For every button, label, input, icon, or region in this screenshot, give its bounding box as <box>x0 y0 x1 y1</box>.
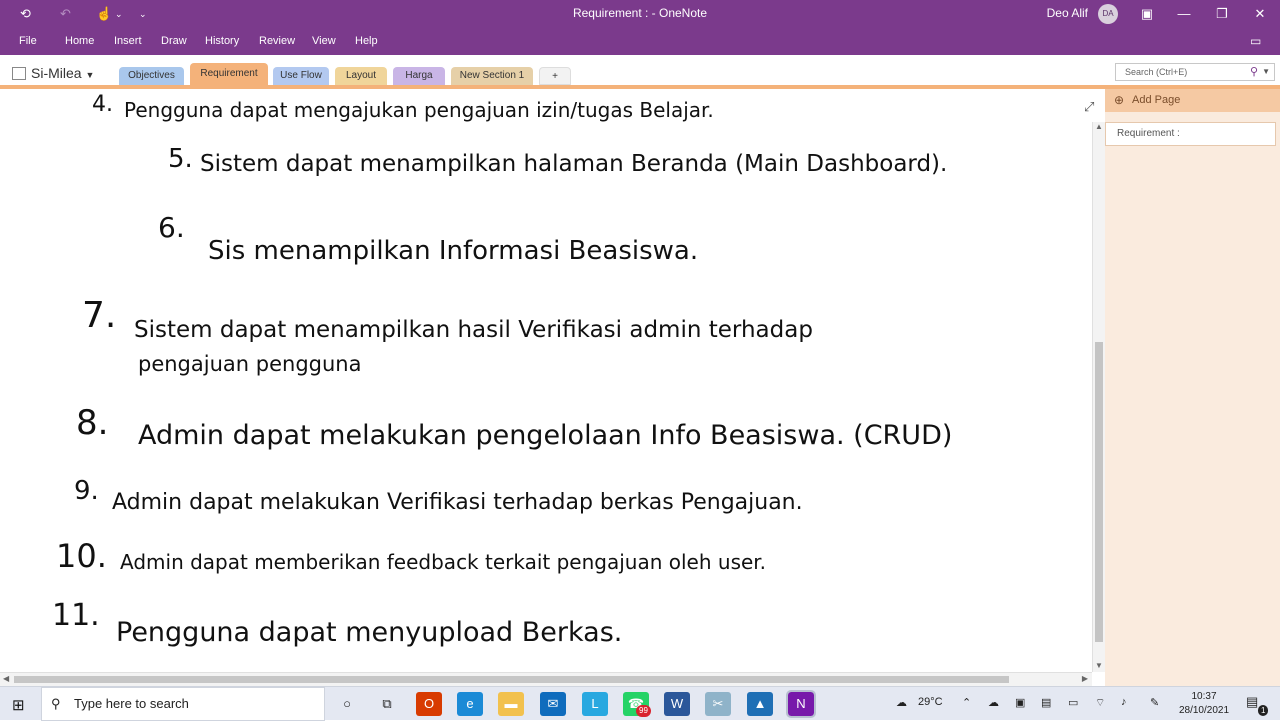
windows-start-icon[interactable]: ⊞ <box>12 696 25 714</box>
notification-count: 1 <box>1258 705 1269 716</box>
taskbar-search-placeholder: Type here to search <box>74 696 189 711</box>
tray-app-icon[interactable]: ▣ <box>1015 696 1025 709</box>
chevron-down-icon: ▼ <box>85 70 95 80</box>
l-app-icon[interactable]: L <box>582 692 608 716</box>
line-text-8: Admin dapat melakukan pengelolaan Info B… <box>138 420 952 451</box>
line-number-5: 5. <box>168 144 193 174</box>
tab-new-section-1[interactable]: New Section 1 <box>451 67 533 85</box>
pen-icon[interactable]: ✎ <box>1150 696 1159 709</box>
word-icon[interactable]: W <box>664 692 690 716</box>
add-page-button[interactable]: ⊕ Add Page <box>1105 89 1280 112</box>
taskbar: ⊞ ⚲ Type here to search ○ ⧉ O e ▬ ✉ L ☎ … <box>0 686 1280 721</box>
tab-harga[interactable]: Harga <box>393 67 445 85</box>
scroll-down-icon[interactable]: ▼ <box>1095 661 1103 670</box>
tab-layout[interactable]: Layout <box>335 67 387 85</box>
clock-date: 28/10/2021 <box>1178 705 1230 716</box>
battery-icon[interactable]: ▭ <box>1068 696 1078 709</box>
search-icon: ⚲ <box>51 696 61 711</box>
tray-overflow-icon[interactable]: ⌃ <box>962 696 971 709</box>
ribbon-display-icon[interactable]: ▣ <box>1137 4 1157 24</box>
search-icon[interactable]: ⚲ <box>1250 64 1258 80</box>
scroll-right-icon[interactable]: ▶ <box>1082 674 1088 683</box>
search-scope-chevron-icon[interactable]: ▼ <box>1262 64 1270 80</box>
note-canvas[interactable]: 4. Pengguna dapat mengajukan pengajuan i… <box>0 89 1092 672</box>
tab-requirement[interactable]: Requirement <box>190 63 268 85</box>
volume-icon[interactable]: ♪ <box>1121 696 1127 708</box>
user-name[interactable]: Deo Alif <box>1047 6 1088 20</box>
ink-layer: 4. Pengguna dapat mengajukan pengajuan i… <box>52 92 952 648</box>
menu-insert[interactable]: Insert <box>114 35 142 47</box>
page-list-pane: ⊕ Add Page Requirement : <box>1105 89 1280 686</box>
line-number-9: 9. <box>74 476 99 506</box>
vertical-scrollbar[interactable]: ▲ ▼ <box>1092 122 1105 672</box>
menu-review[interactable]: Review <box>259 35 295 47</box>
snipping-icon[interactable]: ✂ <box>705 692 731 716</box>
line-number-10: 10. <box>56 537 107 575</box>
menu-file[interactable]: File <box>19 35 37 47</box>
cortana-icon[interactable]: ○ <box>334 692 360 716</box>
search-input[interactable]: Search (Ctrl+E) ⚲ ▼ <box>1115 63 1275 81</box>
scroll-up-icon[interactable]: ▲ <box>1095 122 1103 131</box>
photos-icon[interactable]: ▲ <box>747 692 773 716</box>
taskbar-search-input[interactable]: ⚲ Type here to search <box>41 687 325 721</box>
expand-icon[interactable]: ⤢ <box>1084 99 1094 115</box>
restore-icon[interactable]: ❐ <box>1212 4 1232 24</box>
menu-draw[interactable]: Draw <box>161 35 187 47</box>
horizontal-scroll-thumb[interactable] <box>14 676 1009 683</box>
file-explorer-icon[interactable]: ▬ <box>498 692 524 716</box>
minimize-icon[interactable]: — <box>1174 4 1194 24</box>
window-title: Requirement : - OneNote <box>572 6 708 20</box>
add-page-label: Add Page <box>1132 94 1181 106</box>
tab-use-flow[interactable]: Use Flow <box>273 67 329 85</box>
menu-history[interactable]: History <box>205 35 239 47</box>
tray-app2-icon[interactable]: ▤ <box>1041 696 1051 709</box>
line-number-7: 7. <box>82 295 116 336</box>
weather-icon[interactable]: ☁ <box>896 696 907 709</box>
line-text-7b: pengajuan pengguna <box>138 352 361 376</box>
line-text-7: Sistem dapat menampilkan hasil Verifikas… <box>134 317 813 343</box>
whatsapp-badge: 99 <box>636 705 651 717</box>
title-bar: ⟲ ↶ ☝ ⌄ ⌄ Requirement : - OneNote Deo Al… <box>0 0 1280 28</box>
line-text-5: Sistem dapat menampilkan halaman Beranda… <box>200 151 947 177</box>
search-placeholder: Search (Ctrl+E) <box>1125 67 1188 77</box>
line-text-9: Admin dapat melakukan Verifikasi terhada… <box>112 490 803 515</box>
add-page-icon: ⊕ <box>1114 93 1125 107</box>
menu-help[interactable]: Help <box>355 35 378 47</box>
notebook-name: Si-Milea <box>31 65 82 81</box>
menu-home[interactable]: Home <box>65 35 94 47</box>
avatar[interactable]: DA <box>1098 4 1118 24</box>
office-icon[interactable]: O <box>416 692 442 716</box>
weather-temperature[interactable]: 29°C <box>918 696 943 708</box>
ribbon-tabs: File Home Insert Draw History Review Vie… <box>0 28 1280 55</box>
onedrive-icon[interactable]: ☁ <box>988 696 999 709</box>
vertical-scroll-thumb[interactable] <box>1095 342 1103 642</box>
scroll-left-icon[interactable]: ◀ <box>3 674 9 683</box>
line-text-10: Admin dapat memberikan feedback terkait … <box>120 550 766 574</box>
line-number-4: 4. <box>92 92 113 117</box>
line-text-4: Pengguna dapat mengajukan pengajuan izin… <box>124 98 714 122</box>
clock[interactable]: 10:37 28/10/2021 <box>1172 690 1236 718</box>
page-item-requirement[interactable]: Requirement : <box>1105 122 1276 146</box>
clock-time: 10:37 <box>1191 691 1217 702</box>
add-section-button[interactable]: + <box>539 67 571 85</box>
tab-objectives[interactable]: Objectives <box>119 67 184 85</box>
line-number-11: 11. <box>52 598 100 633</box>
notification-icon[interactable]: ▤ <box>1246 694 1258 710</box>
mail-icon[interactable]: ✉ <box>540 692 566 716</box>
notebook-icon <box>12 67 26 80</box>
line-number-8: 8. <box>76 403 108 443</box>
menu-view[interactable]: View <box>312 35 336 47</box>
pin-ribbon-icon[interactable]: ▭ <box>1250 34 1261 48</box>
section-bar: Si-Milea ▼ Objectives Requirement Use Fl… <box>0 55 1280 89</box>
close-icon[interactable]: ✕ <box>1250 4 1270 24</box>
edge-icon[interactable]: e <box>457 692 483 716</box>
line-text-11: Pengguna dapat menyupload Berkas. <box>116 617 622 648</box>
onenote-icon[interactable]: N <box>786 690 816 718</box>
line-text-6: Sis menampilkan Informasi Beasiswa. <box>208 236 698 266</box>
notebook-selector[interactable]: Si-Milea ▼ <box>12 65 94 81</box>
task-view-icon[interactable]: ⧉ <box>374 692 400 716</box>
wifi-icon[interactable]: ⌔ <box>1095 696 1105 710</box>
horizontal-scrollbar[interactable]: ◀ ▶ <box>0 672 1092 686</box>
line-number-6: 6. <box>158 211 185 244</box>
